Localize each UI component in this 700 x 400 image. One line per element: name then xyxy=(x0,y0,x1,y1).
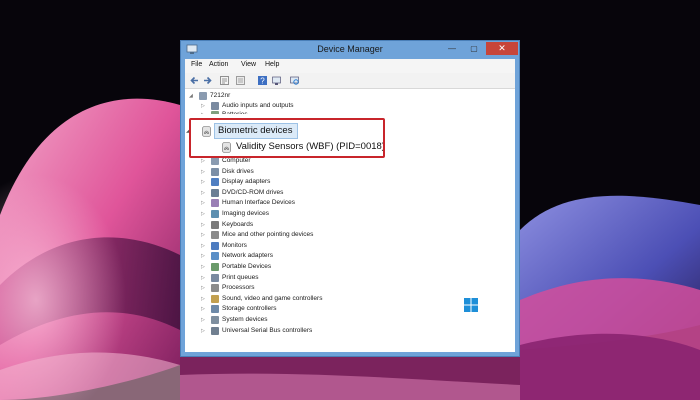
help-icon[interactable]: ? xyxy=(257,75,268,86)
tree-item-label: Mice and other pointing devices xyxy=(222,231,314,239)
tree-item-label: Display adapters xyxy=(222,178,271,186)
device-category-icon xyxy=(211,326,219,335)
expand-arrow-icon[interactable]: ▷ xyxy=(201,326,207,336)
menu-view[interactable]: View xyxy=(241,61,256,68)
properties-icon[interactable] xyxy=(219,75,230,86)
logo-text-the: The xyxy=(376,294,406,313)
expand-arrow-icon[interactable]: ▷ xyxy=(201,230,207,240)
expand-arrow-icon[interactable]: ▷ xyxy=(201,251,207,261)
device-category-icon xyxy=(211,294,219,303)
expand-arrow-icon[interactable]: ▷ xyxy=(201,177,207,187)
device-category-icon xyxy=(211,210,219,218)
device-category-icon xyxy=(211,252,219,261)
tree-item-label: Human Interface Devices xyxy=(222,199,295,207)
update-driver-icon[interactable] xyxy=(271,75,282,86)
menu-help[interactable]: Help xyxy=(265,61,279,68)
tree-item-label: Monitors xyxy=(222,241,247,249)
device-category-icon xyxy=(211,188,219,197)
tree-item-label: Sound, video and game controllers xyxy=(222,294,323,302)
minimize-button[interactable]: — xyxy=(441,42,463,55)
collapse-arrow-icon[interactable]: ◢ xyxy=(189,91,195,101)
back-icon[interactable] xyxy=(189,75,200,86)
thewindowsclub-logo: The WindowsClub xyxy=(376,295,496,335)
device-category-icon xyxy=(211,231,219,240)
svg-text:?: ? xyxy=(260,77,265,86)
tree-item-label: Network adapters xyxy=(222,252,273,260)
tree-item-label: System devices xyxy=(222,316,268,323)
device-category-icon xyxy=(211,284,219,293)
toolbar: ? xyxy=(185,73,515,89)
device-category-icon xyxy=(211,273,219,282)
tree-item-label: Disk drives xyxy=(222,167,254,175)
device-category-icon xyxy=(211,263,219,271)
menu-file[interactable]: File xyxy=(191,61,202,68)
device-category-icon xyxy=(211,178,219,187)
maximize-button[interactable]: ▢ xyxy=(463,42,485,55)
tree-item-label: Imaging devices xyxy=(222,210,269,217)
device-category-icon xyxy=(211,241,219,250)
title-bar[interactable]: Device Manager — ▢ ✕ xyxy=(181,41,519,59)
device-category-icon xyxy=(211,157,219,165)
device-category-icon xyxy=(211,316,219,324)
tree-item-label: 7212nr xyxy=(210,92,231,99)
forward-icon[interactable] xyxy=(202,75,213,86)
expand-arrow-icon[interactable]: ▷ xyxy=(201,220,207,230)
tree-item-label: Storage controllers xyxy=(222,305,277,313)
expand-arrow-icon[interactable]: ▷ xyxy=(201,304,207,314)
close-button[interactable]: ✕ xyxy=(486,42,518,55)
menu-bar: File Action View Help xyxy=(185,59,515,73)
red-highlight-box xyxy=(189,118,385,158)
expand-arrow-icon[interactable]: ▷ xyxy=(201,315,207,325)
expand-arrow-icon[interactable]: ▷ xyxy=(201,209,207,219)
tree-item-label: Print queues xyxy=(222,273,259,281)
expand-arrow-icon[interactable]: ▷ xyxy=(201,167,207,177)
device-category-icon xyxy=(211,199,219,208)
expand-arrow-icon[interactable]: ▷ xyxy=(201,294,207,304)
menu-action[interactable]: Action xyxy=(209,61,228,68)
expand-arrow-icon[interactable]: ▷ xyxy=(201,273,207,283)
tree-item-label: Keyboards xyxy=(222,220,254,228)
show-hidden-icon[interactable] xyxy=(235,75,246,86)
expand-arrow-icon[interactable]: ▷ xyxy=(201,198,207,208)
device-category-icon xyxy=(211,220,219,229)
device-category-icon xyxy=(211,305,219,314)
tree-item-label: Portable Devices xyxy=(222,263,272,270)
expand-arrow-icon[interactable]: ▷ xyxy=(201,283,207,293)
windows-flag-icon xyxy=(464,298,478,312)
logo-text-windowsclub: WindowsClub xyxy=(376,312,474,329)
scan-hardware-icon[interactable] xyxy=(289,75,300,86)
device-category-icon xyxy=(199,92,207,100)
expand-arrow-icon[interactable]: ▷ xyxy=(201,262,207,272)
tree-item-label: Processors xyxy=(222,284,255,292)
device-category-icon xyxy=(211,167,219,176)
tree-item-label: Universal Serial Bus controllers xyxy=(222,326,313,334)
tree-item-label: DVD/CD-ROM drives xyxy=(222,188,284,196)
expand-arrow-icon[interactable]: ▷ xyxy=(201,241,207,251)
device-category-icon xyxy=(211,102,219,110)
expand-arrow-icon[interactable]: ▷ xyxy=(201,188,207,198)
